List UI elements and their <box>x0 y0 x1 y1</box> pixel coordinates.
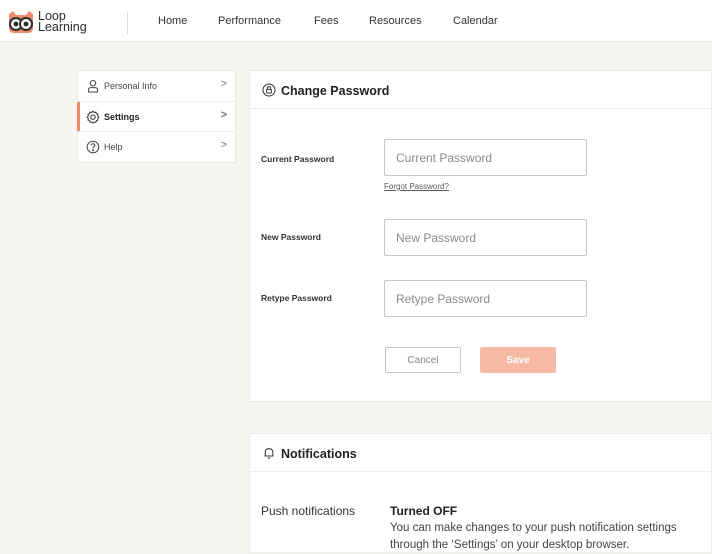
nav-divider <box>127 12 128 34</box>
bell-icon <box>262 446 276 460</box>
sidebar-item-label: Personal Info <box>104 81 158 91</box>
nav-item-calendar[interactable]: Calendar <box>453 15 498 27</box>
brand-logo[interactable]: Loop Learning <box>6 6 116 38</box>
cancel-button[interactable]: Cancel <box>385 347 461 373</box>
description-line: through the ‘Settings’ on your desktop b… <box>390 539 630 551</box>
gear-icon <box>86 110 100 124</box>
nav-item-resources[interactable]: Resources <box>369 15 422 27</box>
current-password-input[interactable] <box>384 139 587 176</box>
nav-item-home[interactable]: Home <box>158 15 187 27</box>
chevron-right-icon: > <box>220 139 227 151</box>
owl-logo-icon <box>6 10 36 34</box>
chevron-right-icon: > <box>220 78 227 90</box>
current-password-label: Current Password <box>261 154 335 164</box>
chevron-right-icon: > <box>220 109 227 121</box>
description-line: You can make changes to your push notifi… <box>390 522 677 534</box>
sidebar-item-label: Help <box>104 141 123 152</box>
settings-sidebar: Personal Info > Settings > Help > <box>77 70 236 163</box>
push-notifications-status: Turned OFF <box>390 504 458 518</box>
sidebar-item-personal-info[interactable]: Personal Info > <box>78 71 235 101</box>
change-password-title: Change Password <box>281 84 390 98</box>
change-password-card: Change Password Current Password Forgot … <box>249 70 712 402</box>
lock-icon <box>262 83 276 97</box>
new-password-input[interactable] <box>384 219 587 256</box>
retype-password-label: Retype Password <box>261 293 332 303</box>
sidebar-item-help[interactable]: Help > <box>78 131 235 161</box>
push-notifications-description: You can make changes to your push notifi… <box>390 520 712 554</box>
sidebar-item-settings[interactable]: Settings > <box>77 101 235 131</box>
notifications-title: Notifications <box>281 447 357 461</box>
notifications-card: Notifications Push notifications Turned … <box>249 433 712 553</box>
change-password-header: Change Password <box>250 71 711 109</box>
push-notifications-label: Push notifications <box>261 504 356 518</box>
nav-item-performance[interactable]: Performance <box>218 15 281 27</box>
brand-name: Loop Learning <box>38 10 87 34</box>
sidebar-item-label: Settings <box>104 111 140 122</box>
forgot-password-link[interactable]: Forgot Password? <box>384 182 449 191</box>
help-icon <box>86 140 100 154</box>
save-button[interactable]: Save <box>480 347 556 373</box>
nav-item-fees[interactable]: Fees <box>314 15 338 27</box>
brand-line2: Learning <box>38 20 87 34</box>
notifications-header: Notifications <box>250 434 711 472</box>
new-password-label: New Password <box>261 232 321 242</box>
top-navbar: Loop Learning Home Performance Fees Reso… <box>0 0 712 42</box>
retype-password-input[interactable] <box>384 280 587 317</box>
user-icon <box>86 79 100 93</box>
